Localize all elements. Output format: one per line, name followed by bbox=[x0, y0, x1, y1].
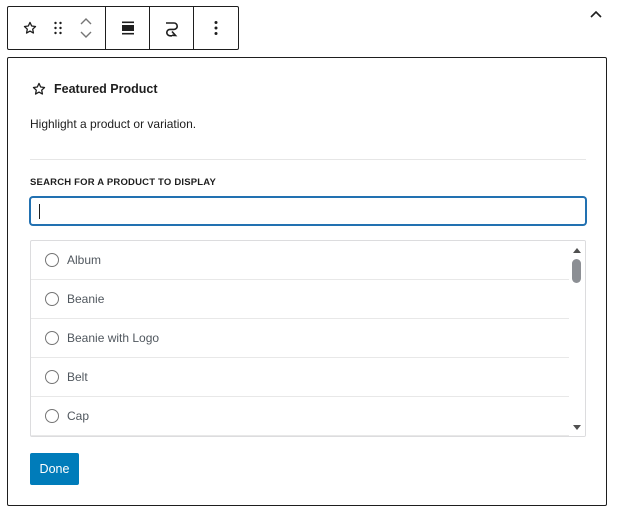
link-button[interactable] bbox=[163, 19, 181, 37]
drag-handle-button[interactable] bbox=[44, 10, 72, 46]
placeholder-title: Featured Product bbox=[32, 82, 158, 96]
radio-button[interactable] bbox=[45, 331, 59, 345]
product-name: Cap bbox=[67, 409, 90, 423]
scroll-thumb[interactable] bbox=[572, 259, 581, 283]
product-name: Album bbox=[67, 253, 102, 267]
radio-button[interactable] bbox=[45, 253, 59, 267]
product-search-input[interactable] bbox=[30, 197, 586, 225]
move-up-button[interactable] bbox=[80, 18, 92, 25]
align-button[interactable] bbox=[120, 20, 136, 36]
radio-button[interactable] bbox=[45, 370, 59, 384]
list-item[interactable]: Beanie with Logo bbox=[31, 319, 570, 358]
list-item[interactable]: Belt bbox=[31, 358, 570, 397]
link-icon bbox=[165, 22, 178, 37]
placeholder-title-text: Featured Product bbox=[54, 82, 158, 96]
star-icon bbox=[32, 82, 46, 95]
list-scrollbar[interactable] bbox=[569, 241, 585, 436]
block-type-button[interactable] bbox=[16, 10, 44, 46]
triangle-down-icon bbox=[573, 424, 581, 430]
block-type-group bbox=[8, 7, 106, 49]
link-group bbox=[150, 7, 194, 49]
align-icon bbox=[121, 21, 134, 35]
featured-product-placeholder: Featured Product Highlight a product or … bbox=[7, 57, 607, 506]
placeholder-description: Highlight a product or variation. bbox=[30, 117, 197, 131]
divider bbox=[30, 159, 586, 160]
done-button[interactable]: Done bbox=[30, 453, 79, 485]
collapse-button[interactable] bbox=[586, 6, 606, 22]
product-name: Beanie bbox=[67, 292, 105, 306]
radio-button[interactable] bbox=[45, 409, 59, 423]
chevron-up-icon bbox=[590, 10, 602, 18]
more-options-button[interactable] bbox=[214, 20, 218, 36]
text-caret bbox=[39, 204, 40, 219]
list-item[interactable]: Beanie bbox=[31, 280, 570, 319]
product-list[interactable]: Album Beanie Beanie with Logo Belt Cap bbox=[30, 240, 586, 437]
align-group bbox=[106, 7, 150, 49]
block-mover bbox=[72, 10, 100, 46]
scroll-up-button[interactable] bbox=[569, 243, 585, 257]
triangle-up-icon bbox=[573, 247, 581, 253]
list-item[interactable]: Cap bbox=[31, 397, 570, 436]
move-down-button[interactable] bbox=[80, 31, 92, 38]
options-group bbox=[194, 7, 238, 49]
search-label: SEARCH FOR A PRODUCT TO DISPLAY bbox=[30, 177, 217, 188]
product-name: Beanie with Logo bbox=[67, 331, 160, 345]
move-up-icon bbox=[80, 18, 92, 25]
star-icon bbox=[23, 21, 37, 34]
scroll-down-button[interactable] bbox=[569, 420, 585, 434]
list-item[interactable]: Album bbox=[31, 241, 570, 280]
block-toolbar bbox=[7, 6, 239, 50]
move-down-icon bbox=[80, 31, 92, 38]
product-name: Belt bbox=[67, 370, 88, 384]
radio-button[interactable] bbox=[45, 292, 59, 306]
more-options-icon bbox=[214, 21, 218, 35]
drag-handle-icon bbox=[54, 21, 62, 35]
